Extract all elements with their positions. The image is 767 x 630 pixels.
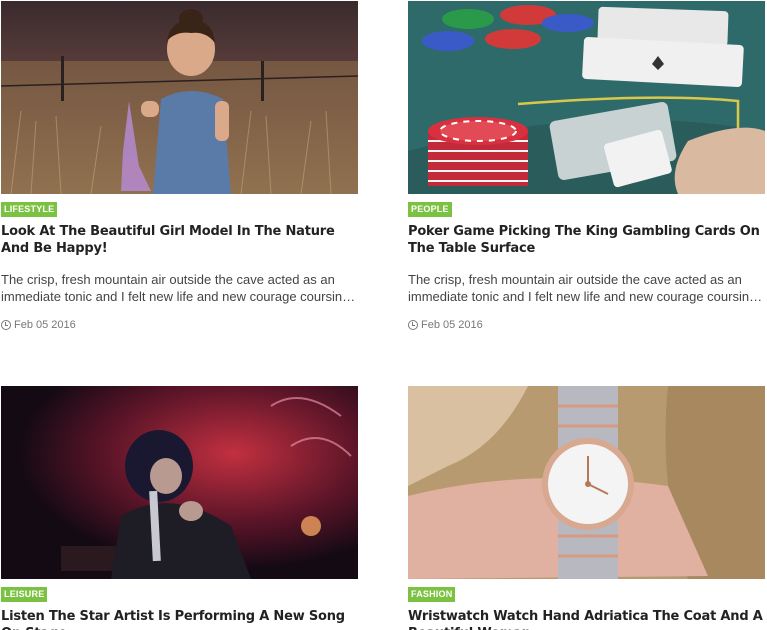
post-card: PEOPLE Poker Game Picking The King Gambl… [408, 1, 766, 331]
clock-icon [408, 320, 418, 330]
post-thumbnail[interactable] [408, 386, 765, 579]
category-badge[interactable]: FASHION [408, 587, 456, 602]
category-badge[interactable]: PEOPLE [408, 202, 452, 217]
post-card: FASHION Wristwatch Watch Hand Adriatica … [408, 386, 766, 630]
post-card: LIFESTYLE Look At The Beautiful Girl Mod… [1, 1, 359, 331]
post-date-text: Feb 05 2016 [421, 319, 483, 331]
poker-chips-cards-photo [408, 1, 765, 194]
post-date: Feb 05 2016 [1, 319, 359, 331]
post-excerpt: The crisp, fresh mountain air outside th… [408, 272, 757, 304]
post-excerpt: The crisp, fresh mountain air outside th… [1, 272, 350, 304]
girl-in-field-photo [1, 1, 358, 194]
post-title[interactable]: Look At The Beautiful Girl Model In The … [1, 223, 359, 257]
category-badge[interactable]: LIFESTYLE [1, 202, 58, 217]
post-title[interactable]: Wristwatch Watch Hand Adriatica The Coat… [408, 608, 766, 630]
post-date: Feb 05 2016 [408, 319, 766, 331]
wristwatch-photo [408, 386, 765, 579]
post-date-text: Feb 05 2016 [14, 319, 76, 331]
post-thumbnail[interactable] [1, 386, 358, 579]
singer-on-stage-photo [1, 386, 358, 579]
post-thumbnail[interactable] [408, 1, 765, 194]
post-title[interactable]: Listen The Star Artist Is Performing A N… [1, 608, 359, 630]
post-thumbnail[interactable] [1, 1, 358, 194]
post-title[interactable]: Poker Game Picking The King Gambling Car… [408, 223, 766, 257]
category-badge[interactable]: LEISURE [1, 587, 48, 602]
post-card: LEISURE Listen The Star Artist Is Perfor… [1, 386, 359, 630]
clock-icon [1, 320, 11, 330]
